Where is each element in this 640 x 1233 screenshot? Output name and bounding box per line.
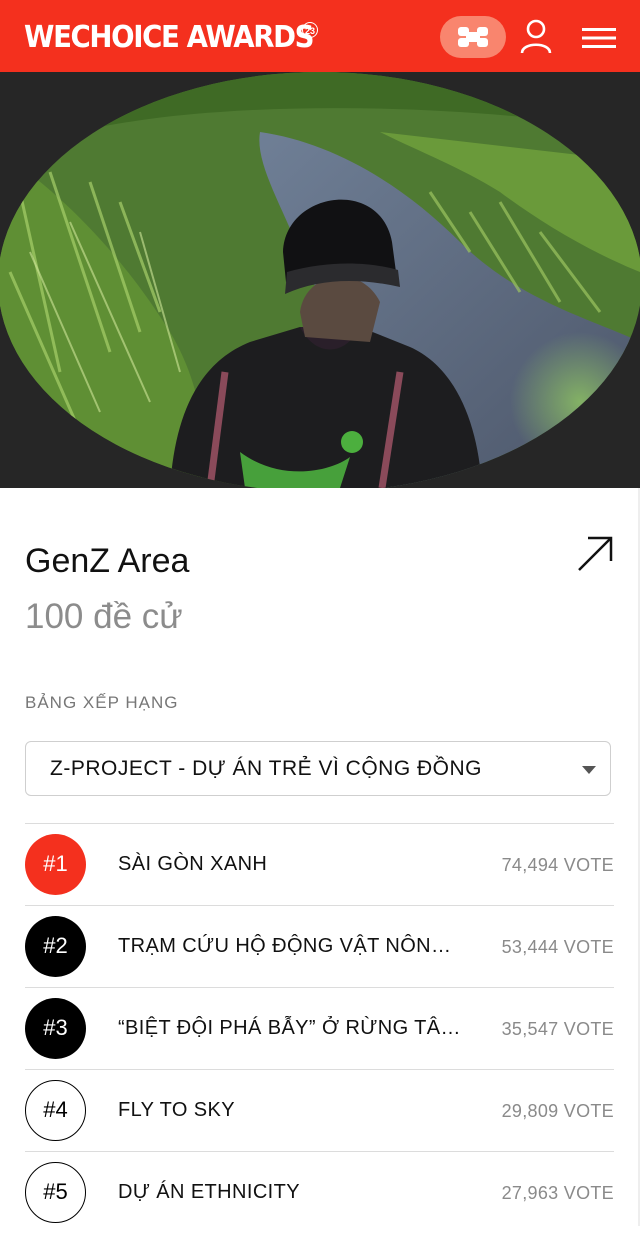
rank-badge: #4: [25, 1080, 86, 1141]
ranking-row[interactable]: #4 FLY TO SKY 29,809 VOTE: [25, 1069, 614, 1151]
dropdown-selected-value: Z-PROJECT - DỰ ÁN TRẺ VÌ CỘNG ĐỒNG: [50, 757, 483, 780]
open-category-button[interactable]: [576, 535, 614, 573]
ranking-row[interactable]: #2 TRẠM CỨU HỘ ĐỘNG VẬT NÔNG … 53,444 VO…: [25, 905, 614, 987]
category-dropdown[interactable]: Z-PROJECT - DỰ ÁN TRẺ VÌ CỘNG ĐỒNG: [25, 741, 611, 796]
vote-count: 29,809 VOTE: [501, 1101, 614, 1121]
nominee-name: DỰ ÁN ETHNICITY: [118, 1181, 300, 1203]
vote-count: 53,444 VOTE: [501, 937, 614, 957]
user-icon: [520, 19, 552, 54]
hero-image: [0, 72, 640, 488]
rank-badge: #3: [25, 998, 86, 1059]
nominee-name: SÀI GÒN XANH: [118, 853, 268, 875]
vote-count: 27,963 VOTE: [501, 1183, 614, 1203]
user-account-button[interactable]: [518, 18, 554, 56]
nominee-name: FLY TO SKY: [118, 1099, 236, 1121]
caret-down-icon: [582, 766, 596, 774]
ranking-list: #1 SÀI GÒN XANH 74,494 VOTE #2 TRẠM CỨU …: [25, 823, 614, 1233]
ranking-row[interactable]: #1 SÀI GÒN XANH 74,494 VOTE: [25, 823, 614, 905]
brand-logo-text[interactable]: WECHOICE AWARDS: [24, 18, 315, 58]
nominee-count: 100 đề cử: [25, 597, 183, 636]
ranking-row[interactable]: #3 “BIỆT ĐỘI PHÁ BẪY” Ở RỪNG TÂY … 35,54…: [25, 987, 614, 1069]
vote-count: 35,547 VOTE: [501, 1019, 614, 1039]
rank-badge: #1: [25, 834, 86, 895]
nominee-name: TRẠM CỨU HỘ ĐỘNG VẬT NÔNG …: [118, 935, 463, 957]
category-title: GenZ Area: [25, 542, 190, 580]
wechoice-logo-icon: [458, 27, 488, 47]
hamburger-menu-icon: [582, 28, 616, 48]
nominee-name: “BIỆT ĐỘI PHÁ BẪY” Ở RỪNG TÂY …: [118, 1017, 463, 1039]
ranking-label: BẢNG XẾP HẠNG: [25, 693, 179, 712]
brand-year-badge: 23: [302, 22, 318, 38]
vote-count: 74,494 VOTE: [501, 855, 614, 875]
arrow-up-right-icon: [578, 536, 613, 571]
rank-badge: #2: [25, 916, 86, 977]
wechoice-logo-button[interactable]: [440, 16, 506, 58]
site-header: WECHOICE AWARDS 23: [0, 0, 640, 72]
hero-photo: [0, 72, 640, 488]
ranking-row[interactable]: #5 DỰ ÁN ETHNICITY 27,963 VOTE: [25, 1151, 614, 1233]
hamburger-menu-button[interactable]: [582, 24, 616, 52]
rank-badge: #5: [25, 1162, 86, 1223]
